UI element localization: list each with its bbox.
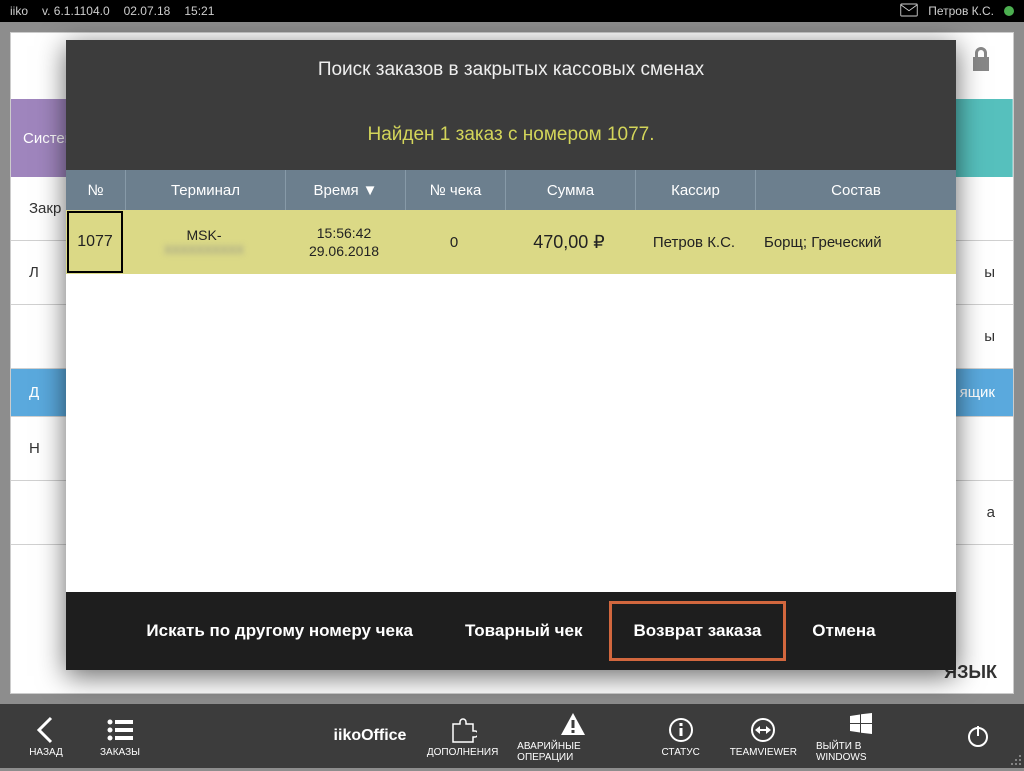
refund-order-button[interactable]: Возврат заказа [609,601,787,661]
windows-icon [848,709,874,739]
order-search-dialog: Поиск заказов в закрытых кассовых сменах… [66,40,956,670]
dialog-footer: Искать по другому номеру чека Товарный ч… [66,592,956,670]
cell-time: 15:56:42 29.06.2018 [284,210,404,274]
exit-windows-button[interactable]: ВЫЙТИ В WINDOWS [816,709,906,763]
warning-icon [559,709,587,739]
list-icon [106,715,134,745]
cell-cashier: Петров К.С. [634,210,754,274]
system-bar: iiko v. 6.1.1104.0 02.07.18 15:21 Петров… [0,0,1024,22]
search-other-button[interactable]: Искать по другому номеру чека [120,601,439,661]
iiko-office-button[interactable]: iikoOffice [310,727,430,745]
sort-desc-icon: ▼ [363,182,378,199]
col-header-number[interactable]: № [66,170,126,210]
sys-user: Петров К.С. [928,4,994,18]
cell-composition: Борщ; Греческий [754,210,956,274]
receipt-button[interactable]: Товарный чек [439,601,609,661]
sys-time: 15:21 [184,4,214,18]
chevron-left-icon [35,715,57,745]
cell-terminal: MSK- XXXXXXXXXX [124,210,284,274]
dialog-title: Поиск заказов в закрытых кассовых сменах [66,40,956,100]
app-name: iiko [10,4,28,18]
emergency-button[interactable]: АВАРИЙНЫЕ ОПЕРАЦИИ [517,709,629,763]
col-header-sum[interactable]: Сумма [506,170,636,210]
col-header-composition[interactable]: Состав [756,170,956,210]
table-header: № Терминал Время ▼ № чека Сумма Кассир С… [66,170,956,210]
puzzle-icon [449,715,477,745]
power-icon [966,721,990,751]
table-body: 1077 MSK- XXXXXXXXXX 15:56:42 29.06.2018… [66,210,956,592]
col-header-cashier[interactable]: Кассир [636,170,756,210]
power-button[interactable] [948,721,1008,751]
info-icon [668,715,694,745]
status-indicator-icon [1004,6,1014,16]
resize-grip-icon[interactable] [1008,752,1022,766]
cell-check: 0 [404,210,504,274]
teamviewer-icon [750,715,776,745]
cell-sum: 470,00 ₽ [504,210,634,274]
back-button[interactable]: НАЗАД [16,715,76,758]
cell-number: 1077 [67,211,123,273]
teamviewer-button[interactable]: TEAMVIEWER [733,715,794,758]
dialog-subtitle: Найден 1 заказ с номером 1077. [66,100,956,170]
col-header-check[interactable]: № чека [406,170,506,210]
app-version: v. 6.1.1104.0 [42,4,110,18]
bottom-toolbar: НАЗАД ЗАКАЗЫ iikoOffice ДОПОЛНЕНИЯ АВАРИ… [0,704,1024,768]
sys-date: 02.07.18 [124,4,171,18]
status-button[interactable]: СТАТУС [651,715,711,758]
lock-icon[interactable] [969,45,993,78]
col-header-terminal[interactable]: Терминал [126,170,286,210]
cancel-button[interactable]: Отмена [786,601,901,661]
mail-icon[interactable] [900,3,918,20]
addons-button[interactable]: ДОПОЛНЕНИЯ [430,715,495,758]
col-header-time[interactable]: Время ▼ [286,170,406,210]
orders-button[interactable]: ЗАКАЗЫ [90,715,150,758]
table-row[interactable]: 1077 MSK- XXXXXXXXXX 15:56:42 29.06.2018… [66,210,956,274]
